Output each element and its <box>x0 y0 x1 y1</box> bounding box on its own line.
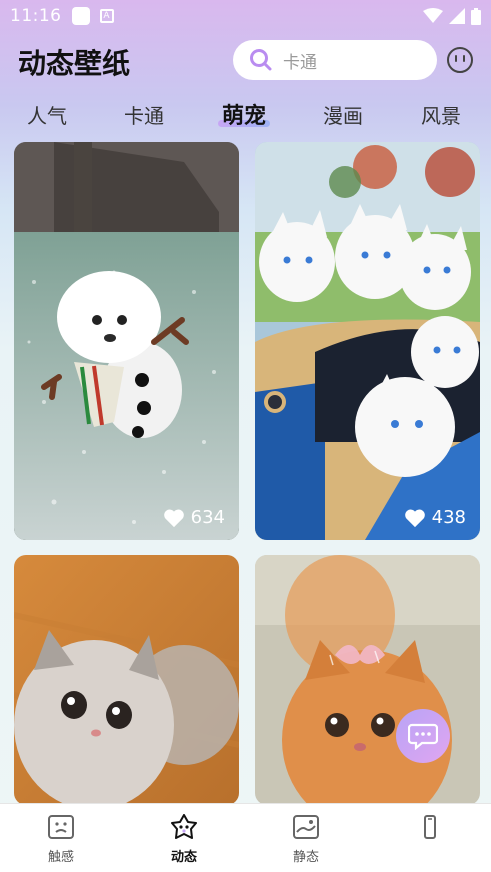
phone-icon <box>424 815 436 839</box>
tab-cartoon[interactable]: 卡通 <box>124 100 164 129</box>
search-icon <box>250 49 272 71</box>
tab-pets[interactable]: 萌宠 <box>222 98 266 130</box>
dog-snowman-image <box>14 142 239 540</box>
category-tabs: 人气 卡通 萌宠 漫画 风景 <box>0 96 491 136</box>
chat-bubble-icon <box>408 723 438 750</box>
signal-icon <box>449 8 465 24</box>
heart-icon <box>404 509 425 527</box>
notification-icon <box>71 7 90 25</box>
tab-scenery[interactable]: 风景 <box>421 100 461 129</box>
grey-kitten-image <box>14 555 239 805</box>
header: 动态壁纸 卡通 <box>0 36 491 86</box>
wallpaper-card[interactable] <box>14 555 239 805</box>
chat-fab-button[interactable] <box>396 709 450 763</box>
nav-item-phone[interactable] <box>400 814 460 846</box>
like-count-value: 634 <box>190 507 225 528</box>
nav-label-dynamic: 动态 <box>170 850 197 865</box>
feedback-face-icon[interactable] <box>446 46 474 74</box>
nav-item-touch[interactable]: 触感 <box>31 814 91 865</box>
star-face-icon <box>171 814 197 839</box>
notification-a-icon: A <box>99 9 114 23</box>
search-input[interactable]: 卡通 <box>233 40 437 80</box>
bottom-nav: 触感 动态 静态 <box>0 803 491 872</box>
page-title: 动态壁纸 <box>18 47 131 80</box>
landscape-icon <box>293 815 319 839</box>
nav-label-static: 静态 <box>292 850 319 865</box>
like-count[interactable]: 634 <box>163 507 225 528</box>
like-count-value: 438 <box>431 507 466 528</box>
heart-icon <box>163 509 184 527</box>
battery-icon <box>471 7 481 25</box>
nav-item-static[interactable]: 静态 <box>276 814 336 865</box>
status-time: 11:16 <box>10 6 62 26</box>
white-kittens-image <box>255 142 480 540</box>
status-icons <box>423 7 481 25</box>
wallpaper-card[interactable]: 634 <box>14 142 239 540</box>
orange-kitten-image <box>255 555 480 805</box>
tab-popular[interactable]: 人气 <box>27 100 67 129</box>
nav-label-touch: 触感 <box>47 850 74 865</box>
search-placeholder: 卡通 <box>283 52 317 73</box>
image-frown-icon <box>48 815 74 839</box>
like-count[interactable]: 438 <box>404 507 466 528</box>
tab-comics[interactable]: 漫画 <box>323 100 363 129</box>
wallpaper-card[interactable]: 438 <box>255 142 480 540</box>
wifi-icon <box>423 8 443 23</box>
wallpaper-card[interactable] <box>255 555 480 805</box>
status-bar: 11:16 A <box>0 0 491 32</box>
nav-item-dynamic[interactable]: 动态 <box>154 814 214 865</box>
